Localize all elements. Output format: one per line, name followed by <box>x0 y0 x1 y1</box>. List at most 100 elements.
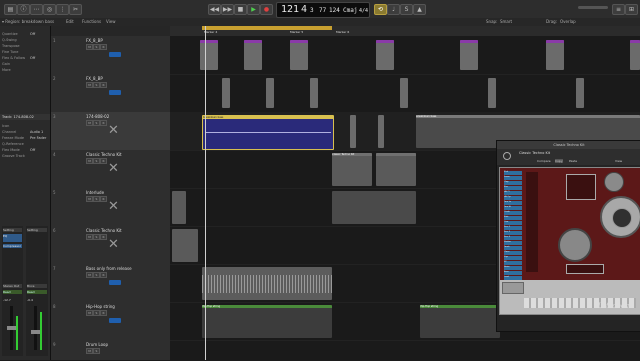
track-header[interactable]: 8 Hip-Hop string M S R <box>51 302 170 341</box>
track-lane[interactable] <box>170 74 640 113</box>
volume-fader[interactable] <box>7 306 16 350</box>
track-header[interactable]: 1 FX_8_BP M S R <box>51 36 170 75</box>
track-lane[interactable] <box>170 340 640 360</box>
track-name[interactable]: Classic Techno Kit <box>86 228 122 233</box>
marker-label[interactable]: Marker 6 <box>336 30 349 34</box>
sound-slot[interactable]: Snare <box>504 176 522 180</box>
main-knob[interactable] <box>600 196 640 238</box>
audio-region[interactable] <box>546 40 564 70</box>
marker-label[interactable]: Marker 5 <box>290 30 303 34</box>
record-enable-button[interactable]: R <box>100 272 107 278</box>
audio-region[interactable] <box>350 115 356 148</box>
solo-button[interactable]: S <box>400 4 413 15</box>
sound-slot[interactable]: HH Op <box>504 196 522 200</box>
drum-region[interactable] <box>172 191 186 224</box>
master-volume-slider[interactable] <box>578 6 608 9</box>
playhead[interactable] <box>205 26 206 360</box>
compressor-slot[interactable]: Compressor <box>3 244 22 248</box>
solo-button[interactable]: S <box>93 158 100 164</box>
snap-select[interactable]: Smart <box>500 19 512 24</box>
track-section-header[interactable]: Track: 174-808-02 <box>0 114 50 120</box>
stop-button[interactable]: ■ <box>234 4 247 15</box>
region-label[interactable]: ▾ Region: breakdown bass <box>2 19 54 24</box>
volume-fader[interactable] <box>31 306 40 350</box>
forward-button[interactable]: ▶▶ <box>221 4 234 15</box>
inspector-value[interactable]: Off <box>30 32 35 36</box>
sound-slot[interactable]: Noise <box>504 266 522 270</box>
compare-button[interactable]: Compare <box>537 159 551 163</box>
track-name[interactable]: FX_8_BP <box>86 76 103 81</box>
smart-controls-button[interactable]: ◎ <box>43 4 56 15</box>
record-enable-button[interactable]: R <box>100 310 107 316</box>
plugin-window-title[interactable]: Classic Techno Kit <box>497 141 640 149</box>
browsers-button[interactable]: ⊞ <box>625 4 638 15</box>
preset-menu[interactable]: Classic Techno Kit <box>519 151 550 155</box>
mute-button[interactable]: M <box>86 234 93 240</box>
track-header[interactable]: 9 Drum Loop M S <box>51 340 170 361</box>
sound-slot[interactable]: Bass <box>504 271 522 275</box>
sound-slot[interactable]: Perc 2 <box>504 231 522 235</box>
solo-button[interactable]: S <box>93 272 100 278</box>
sound-slot[interactable]: Shaker <box>504 241 522 245</box>
track-header[interactable]: 7 Bass only from release M S R <box>51 264 170 303</box>
fader-cap[interactable] <box>31 330 40 334</box>
track-header[interactable]: 4 Classic Techno Kit M S R ✕ <box>51 150 170 189</box>
drum-region[interactable] <box>332 191 416 224</box>
audio-region[interactable] <box>488 78 496 108</box>
audio-region[interactable] <box>460 40 478 70</box>
inspector-value[interactable]: Off <box>30 148 35 152</box>
drum-region[interactable] <box>376 153 416 186</box>
audio-region[interactable] <box>266 78 274 108</box>
mixer-button[interactable]: ⋮ <box>56 4 69 15</box>
fader-cap[interactable] <box>7 326 16 330</box>
sound-slot[interactable]: FX <box>504 261 522 265</box>
rewind-button[interactable]: ◀◀ <box>208 4 221 15</box>
audio-region[interactable] <box>400 78 408 108</box>
oscillator-display[interactable] <box>566 174 596 200</box>
sound-slot[interactable]: Cow <box>504 221 522 225</box>
bounce-button[interactable]: Bnce <box>27 284 47 288</box>
sound-slot[interactable]: Rim <box>504 186 522 190</box>
selected-audio-region[interactable]: breakdown bass <box>202 115 334 150</box>
record-enable-button[interactable]: R <box>100 196 107 202</box>
solo-button[interactable]: S <box>93 82 100 88</box>
eq-display[interactable]: EQ <box>3 234 22 242</box>
editors-button[interactable]: ✂ <box>69 4 82 15</box>
track-name[interactable]: Bass only from release <box>86 266 132 271</box>
audio-region[interactable] <box>310 78 318 108</box>
track-header[interactable]: 3 174-808-02 M S R ✕ <box>51 112 170 151</box>
track-header[interactable]: 2 FX_8_BP M S R <box>51 74 170 113</box>
toolbar-button[interactable]: ⋯ <box>30 4 43 15</box>
automation-mode[interactable]: Read <box>27 290 47 294</box>
setting-button[interactable]: Setting <box>27 228 47 232</box>
record-enable-button[interactable]: R <box>100 234 107 240</box>
edit-menu[interactable]: Edit <box>66 19 74 24</box>
track-name[interactable]: Classic Techno Kit <box>86 152 122 157</box>
main-knob-center[interactable] <box>612 208 632 228</box>
audio-region[interactable] <box>290 40 308 70</box>
record-enable-button[interactable]: R <box>100 158 107 164</box>
record-enable-button[interactable]: R <box>100 82 107 88</box>
track-name[interactable]: Drum Loop <box>86 342 108 347</box>
track-header[interactable]: 6 Classic Techno Kit M S R ✕ <box>51 226 170 265</box>
envelope-display[interactable] <box>566 264 604 274</box>
drag-select[interactable]: Overlap <box>560 19 576 24</box>
sound-slot[interactable]: Perc 3 <box>504 236 522 240</box>
cycle-button[interactable]: ⟲ <box>374 4 387 15</box>
sound-slot[interactable]: Clap <box>504 181 522 185</box>
audio-region[interactable] <box>244 40 262 70</box>
view-menu[interactable]: View <box>106 19 116 24</box>
mute-button[interactable]: M <box>86 272 93 278</box>
sound-slot[interactable]: Zap <box>504 256 522 260</box>
sound-slot[interactable]: Perc 1 <box>504 226 522 230</box>
paste-button[interactable]: Paste <box>569 159 577 163</box>
inspector-value[interactable]: Audio 1 <box>30 130 43 134</box>
solo-button[interactable]: S <box>93 234 100 240</box>
track-lane[interactable] <box>170 36 640 75</box>
output-slot[interactable]: Stereo Out <box>3 284 22 288</box>
mute-button[interactable]: M <box>86 196 93 202</box>
track-name[interactable]: 174-808-02 <box>86 114 109 119</box>
tuner-button[interactable]: ♩ <box>387 4 400 15</box>
mute-button[interactable]: M <box>86 44 93 50</box>
osc-knob[interactable] <box>558 228 592 262</box>
